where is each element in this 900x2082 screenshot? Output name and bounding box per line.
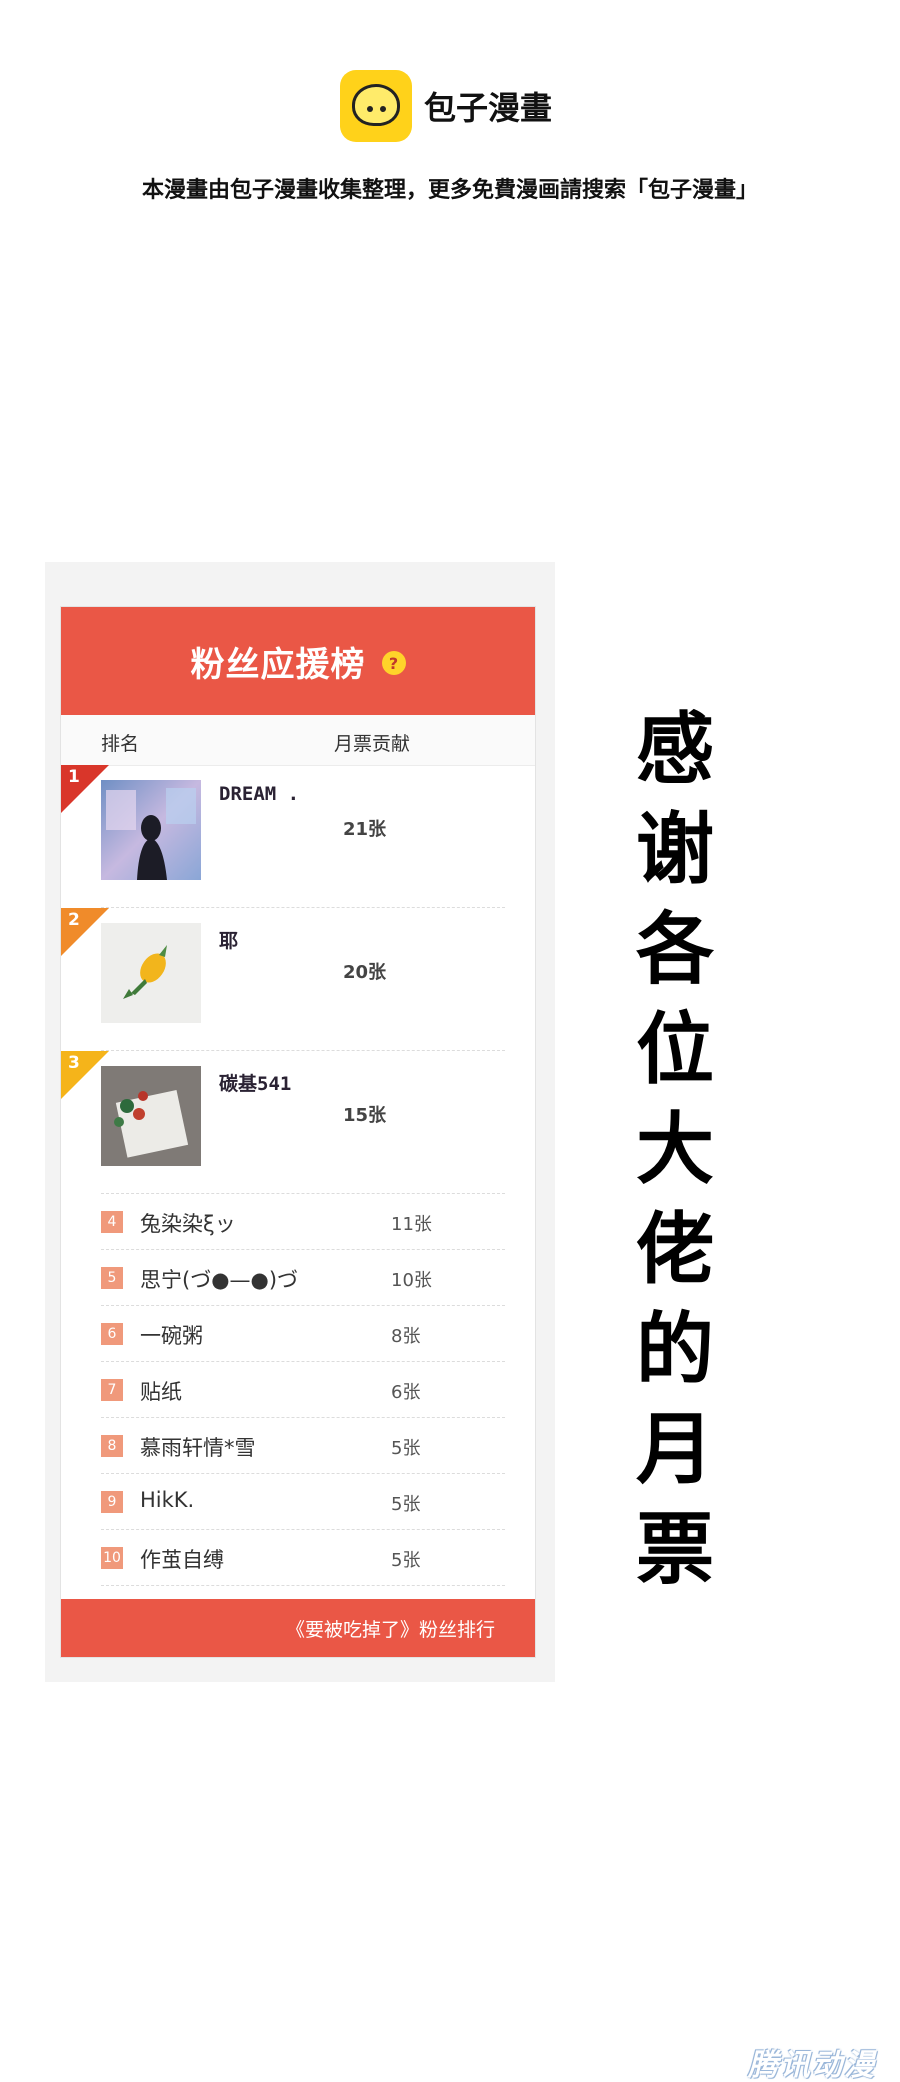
card-header: 粉丝应援榜 ? — [61, 607, 535, 715]
fan-name: 一碗粥 — [140, 1324, 203, 1348]
ranking-row[interactable]: 4 兔染染ξッ 11张 — [61, 1194, 535, 1250]
column-headers: 排名 月票贡献 — [61, 715, 535, 766]
fan-ranking-card: 粉丝应援榜 ? 排名 月票贡献 1 DREAM . 21张 2 耶 20张 3 … — [60, 606, 536, 1658]
brand-name: 包子漫畫 — [424, 89, 553, 127]
vote-count: 20张 — [343, 962, 387, 983]
ranking-row-top[interactable]: 3 碳基541 15张 — [61, 1051, 535, 1194]
rank-number: 2 — [68, 910, 80, 930]
vote-count: 5张 — [391, 1438, 421, 1459]
ranking-row[interactable]: 8 慕雨轩情*雪 5张 — [61, 1418, 535, 1474]
fan-name: 耶 — [219, 930, 239, 952]
thanks-char: 的 — [635, 1304, 714, 1395]
thanks-char: 月 — [635, 1404, 714, 1495]
thanks-char: 位 — [635, 1004, 714, 1095]
thanks-vertical-text: 感 谢 各 位 大 佬 的 月 票 — [635, 700, 715, 1600]
rank-badge: 9 — [101, 1491, 123, 1513]
ranking-row[interactable]: 5 思宁(づ●—●)づ 10张 — [61, 1250, 535, 1306]
rank-badge: 7 — [101, 1379, 123, 1401]
rank-badge: 5 — [101, 1267, 123, 1289]
fan-name: 作茧自缚 — [140, 1548, 224, 1572]
ranking-row[interactable]: 6 一碗粥 8张 — [61, 1306, 535, 1362]
rank-badge: 6 — [101, 1323, 123, 1345]
fan-name: 兔染染ξッ — [140, 1212, 236, 1236]
vote-count: 15张 — [343, 1105, 387, 1126]
card-footer[interactable]: 《要被吃掉了》粉丝排行 — [61, 1599, 535, 1657]
rank-badge: 4 — [101, 1211, 123, 1233]
thanks-char: 佬 — [635, 1204, 714, 1295]
vote-count: 21张 — [343, 819, 387, 840]
rank-badge: 10 — [101, 1547, 123, 1569]
vote-count: 8张 — [391, 1326, 421, 1347]
fan-name: 贴纸 — [140, 1380, 182, 1404]
vote-count: 5张 — [391, 1550, 421, 1571]
avatar[interactable] — [101, 1066, 201, 1166]
ranking-row[interactable]: 9 HikK. 5张 — [61, 1474, 535, 1530]
ranking-row-top[interactable]: 2 耶 20张 — [61, 908, 535, 1051]
rank-number: 1 — [68, 767, 80, 787]
votes-column-header: 月票贡献 — [334, 733, 411, 755]
card-title: 粉丝应援榜 — [190, 644, 366, 685]
help-icon[interactable]: ? — [381, 651, 406, 675]
avatar[interactable] — [101, 923, 201, 1023]
ranking-row[interactable]: 7 贴纸 6张 — [61, 1362, 535, 1418]
ranking-row[interactable]: 10 作茧自缚 5张 — [61, 1530, 535, 1586]
brand-header[interactable]: 包子漫畫 — [340, 70, 552, 142]
thanks-char: 大 — [635, 1104, 714, 1195]
source-notice: 本漫畫由包子漫畫收集整理，更多免費漫画請搜索「包子漫畫」 — [141, 178, 758, 203]
tencent-comic-watermark: 腾讯动漫 — [748, 2048, 876, 2082]
avatar[interactable] — [101, 780, 201, 880]
ranking-row-top[interactable]: 1 DREAM . 21张 — [61, 765, 535, 908]
thanks-char: 感 — [635, 704, 714, 795]
rank-column-header: 排名 — [101, 733, 140, 755]
fan-name: HikK. — [140, 1488, 195, 1512]
thanks-char: 谢 — [635, 804, 714, 895]
fan-ranking-link[interactable]: 《要被吃掉了》粉丝排行 — [286, 1615, 495, 1642]
vote-count: 10张 — [391, 1270, 432, 1291]
rank-badge: 8 — [101, 1435, 123, 1457]
fan-name: 碳基541 — [219, 1073, 292, 1095]
thanks-char: 各 — [635, 904, 714, 995]
baozi-logo-icon — [340, 70, 412, 142]
vote-count: 6张 — [391, 1382, 421, 1403]
fan-name: 思宁(づ●—●)づ — [140, 1268, 299, 1292]
vote-count: 5张 — [391, 1494, 421, 1515]
fan-name: DREAM . — [219, 783, 300, 805]
page: 包子漫畫 本漫畫由包子漫畫收集整理，更多免費漫画請搜索「包子漫畫」 粉丝应援榜 … — [0, 0, 900, 2082]
rank-number: 3 — [68, 1053, 80, 1073]
row-divider — [101, 1585, 505, 1586]
vote-count: 11张 — [391, 1214, 432, 1235]
fan-name: 慕雨轩情*雪 — [140, 1436, 256, 1460]
thanks-char: 票 — [635, 1504, 714, 1595]
